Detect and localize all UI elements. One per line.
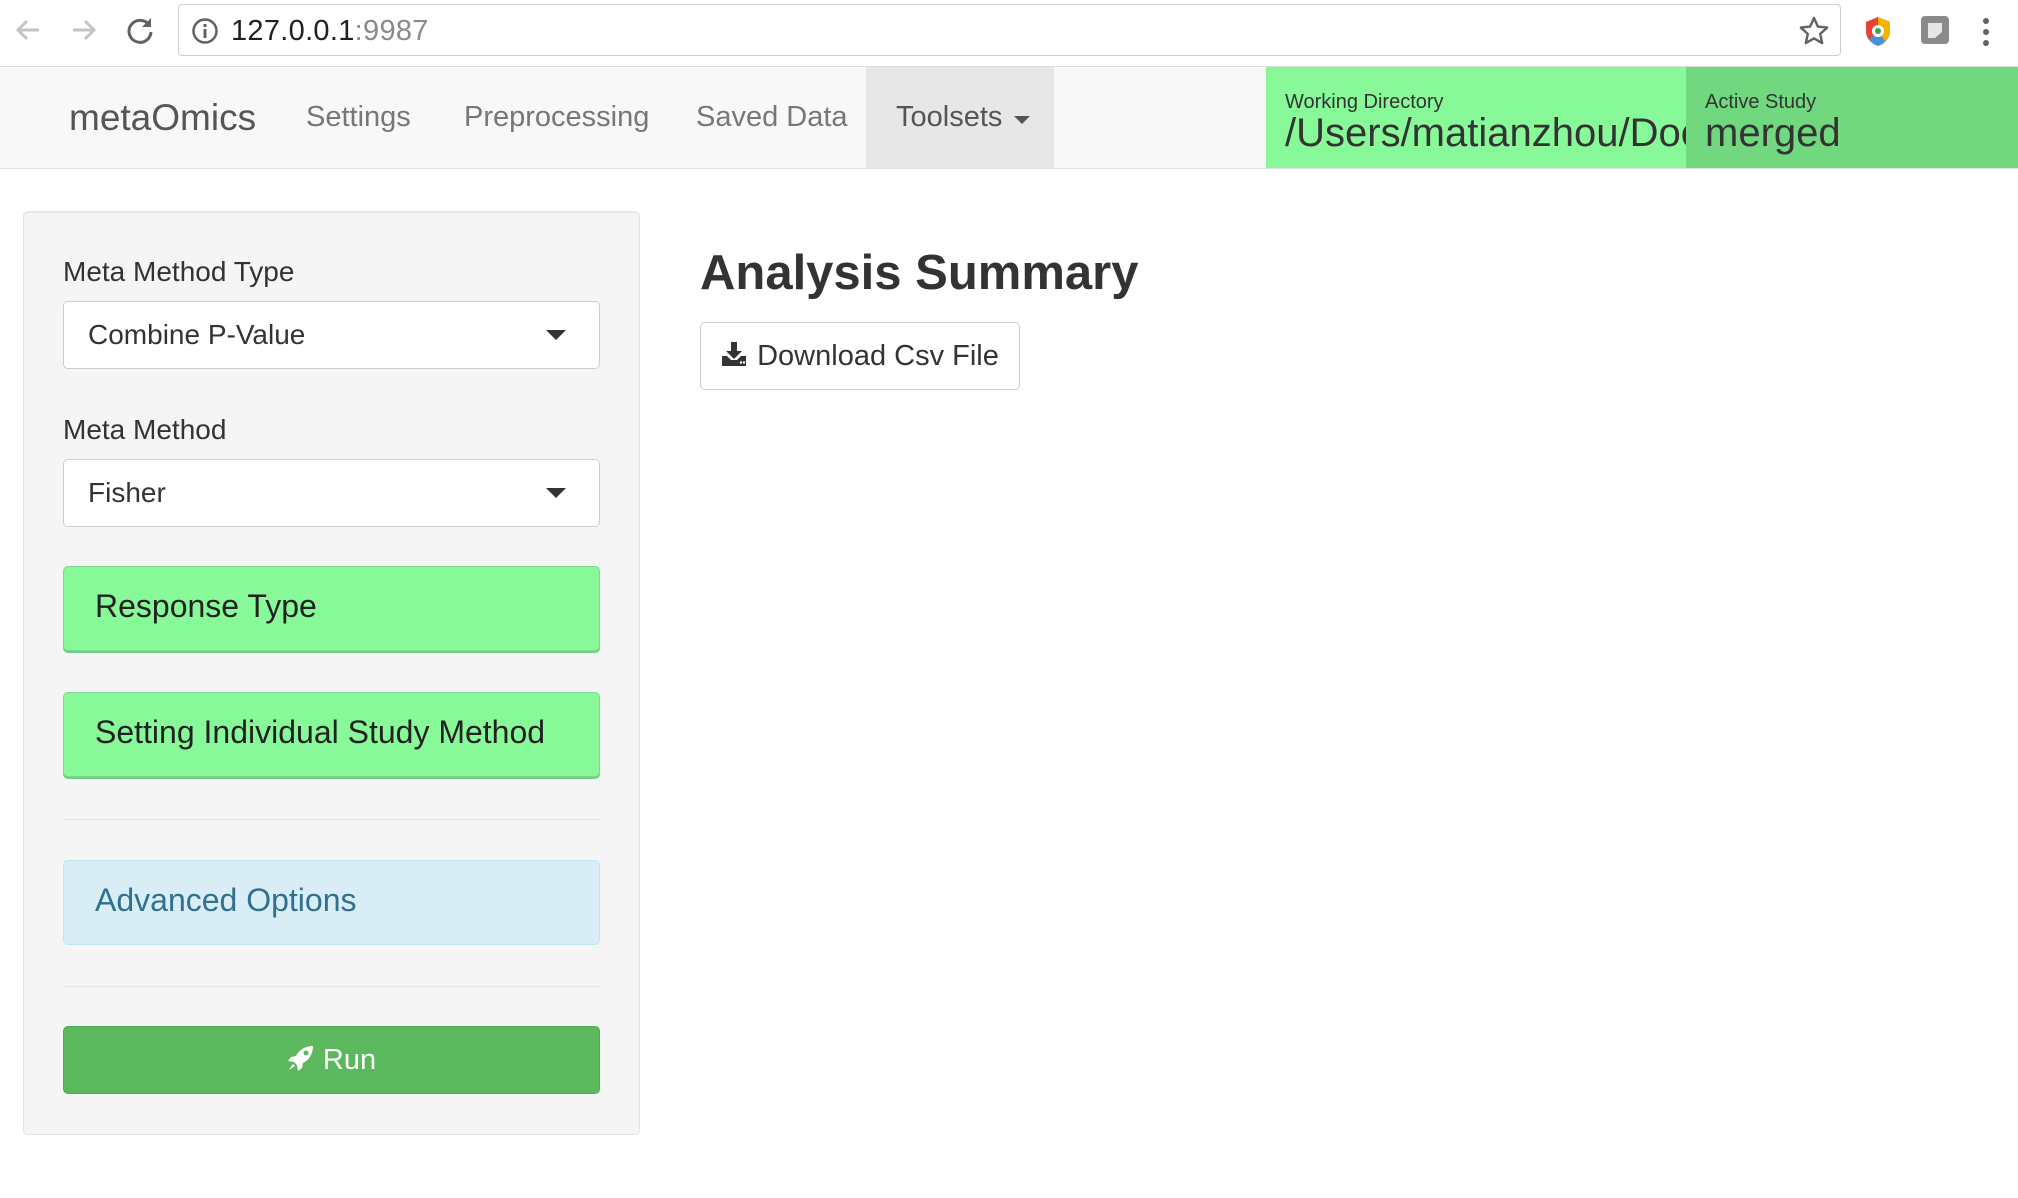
star-icon[interactable] (1798, 15, 1830, 52)
meta-method-type-value: Combine P-Value (88, 319, 306, 350)
rocket-icon (287, 1044, 315, 1077)
divider (63, 986, 600, 987)
nav-settings-label: Settings (306, 101, 411, 133)
extension-icon[interactable] (1861, 14, 1895, 53)
nav-preprocessing-label: Preprocessing (464, 101, 650, 133)
extension-icon[interactable] (1919, 14, 1951, 51)
forward-arrow-icon[interactable] (62, 8, 106, 52)
info-icon[interactable] (191, 17, 219, 50)
url-host: 127.0.0.1 (231, 15, 355, 47)
active-study-value: merged (1705, 111, 1841, 155)
individual-study-method-button[interactable]: Setting Individual Study Method (63, 692, 600, 777)
advanced-options-button[interactable]: Advanced Options (63, 860, 600, 945)
working-directory-value: /Users/matianzhou/Documents (1285, 111, 1686, 155)
meta-method-label: Meta Method (63, 414, 227, 445)
page-title: Analysis Summary (700, 246, 1139, 300)
back-arrow-icon[interactable] (6, 8, 50, 52)
individual-study-method-label: Setting Individual Study Method (95, 714, 546, 750)
menu-icon[interactable] (1980, 16, 1992, 53)
download-csv-label: Download Csv File (757, 339, 999, 372)
meta-method-type-select[interactable]: Combine P-Value (63, 301, 600, 369)
browser-toolbar: 127.0.0.1:9987 (0, 0, 2018, 67)
nav-settings[interactable]: Settings (276, 67, 441, 168)
nav-saved-data[interactable]: Saved Data (666, 67, 878, 168)
meta-method-type-label: Meta Method Type (63, 256, 295, 287)
url-port: :9987 (354, 15, 429, 47)
nav-preprocessing[interactable]: Preprocessing (434, 67, 679, 168)
sidebar-panel: Meta Method Type Combine P-Value Meta Me… (23, 211, 640, 1135)
reload-icon[interactable] (118, 8, 162, 52)
url-text: 127.0.0.1:9987 (231, 15, 429, 48)
download-icon (721, 341, 747, 372)
brand-logo[interactable]: metaOmics (69, 97, 256, 139)
run-button[interactable]: Run (63, 1026, 600, 1094)
divider (63, 819, 600, 820)
working-directory-box: Working Directory /Users/matianzhou/Docu… (1266, 67, 1686, 168)
app-navbar: metaOmics Settings Preprocessing Saved D… (0, 67, 2018, 169)
caret-down-icon (1014, 115, 1031, 124)
response-type-button[interactable]: Response Type (63, 566, 600, 651)
address-bar[interactable]: 127.0.0.1:9987 (178, 4, 1841, 56)
response-type-label: Response Type (95, 588, 317, 624)
active-study-box: Active Study merged (1686, 67, 2018, 168)
nav-toolsets-label: Toolsets (896, 101, 1003, 133)
meta-method-select[interactable]: Fisher (63, 459, 600, 527)
nav-toolsets[interactable]: Toolsets (866, 67, 1054, 168)
nav-saved-data-label: Saved Data (696, 101, 848, 133)
meta-method-value: Fisher (88, 477, 166, 508)
dropdown-arrow-icon (546, 488, 566, 498)
dropdown-arrow-icon (546, 330, 566, 340)
advanced-options-label: Advanced Options (95, 882, 357, 918)
run-label: Run (322, 1043, 377, 1076)
download-csv-button[interactable]: Download Csv File (700, 322, 1020, 390)
